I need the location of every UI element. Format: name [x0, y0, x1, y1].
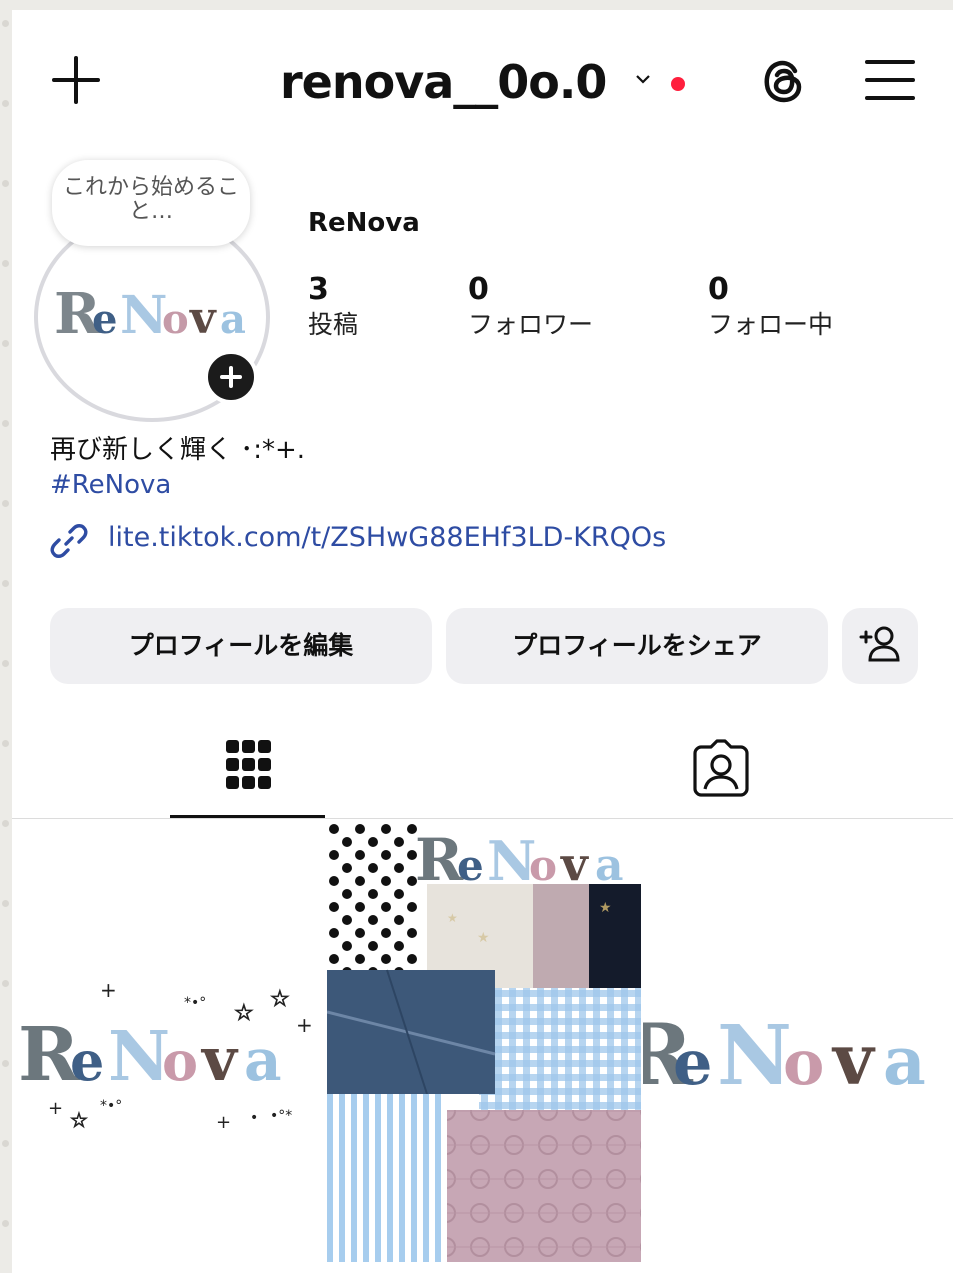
instagram-profile-screen: renova__0o.0 R e N o v a これから始めること… ReNo… — [12, 10, 953, 1273]
post-thumbnail-2[interactable]: ★ ★ ★ R e N o v a — [327, 822, 641, 1262]
tagged-person-icon[interactable] — [693, 739, 749, 797]
stat-following[interactable]: 0 フォロー中 — [708, 272, 833, 342]
svg-text:*•°: *•° — [184, 995, 206, 1011]
svg-text:•°*: •°* — [270, 1108, 292, 1124]
tabs-divider — [12, 818, 953, 819]
svg-text:N: N — [108, 1017, 170, 1097]
svg-text:o: o — [162, 1029, 198, 1093]
svg-text:a: a — [883, 1022, 926, 1100]
svg-text:e: e — [70, 1029, 104, 1093]
profile-avatar-area: R e N o v a これから始めること… — [32, 160, 272, 422]
stat-value: 3 — [308, 272, 329, 307]
svg-text:+: + — [100, 978, 117, 1002]
svg-text:v: v — [831, 1018, 876, 1101]
svg-text:★: ★ — [477, 930, 490, 946]
bio-hashtag[interactable]: #ReNova — [50, 470, 171, 500]
stat-value: 0 — [468, 272, 489, 307]
plus-icon[interactable] — [50, 54, 102, 106]
svg-text:a: a — [220, 296, 246, 343]
svg-text:★: ★ — [599, 900, 612, 916]
svg-text:v: v — [189, 293, 217, 344]
svg-text:o: o — [783, 1026, 824, 1099]
grid-icon[interactable] — [226, 740, 271, 794]
svg-text:o: o — [162, 296, 189, 343]
svg-text:N: N — [120, 285, 168, 346]
share-profile-button[interactable]: プロフィールをシェア — [446, 608, 828, 684]
svg-text:v: v — [560, 837, 589, 891]
svg-text:+: + — [216, 1112, 231, 1133]
svg-text:★: ★ — [447, 911, 458, 925]
svg-text:o: o — [529, 841, 557, 890]
discover-people-button[interactable] — [842, 608, 918, 684]
svg-text:e: e — [457, 841, 484, 890]
note-bubble[interactable]: これから始めること… — [52, 160, 250, 246]
add-person-icon — [859, 626, 900, 662]
stat-label: フォロー中 — [708, 310, 834, 339]
threads-icon[interactable] — [758, 54, 810, 106]
stat-followers[interactable]: 0 フォロワー — [468, 272, 593, 342]
display-name: ReNova — [308, 208, 420, 238]
svg-text:v: v — [200, 1025, 239, 1095]
bio-text: 再び新しく輝く ･:*+. — [50, 435, 306, 465]
svg-text:•: • — [250, 1110, 258, 1126]
svg-text:+: + — [48, 1098, 63, 1119]
stat-value: 0 — [708, 272, 729, 307]
svg-text:e: e — [92, 296, 117, 343]
post-image-logo-sparkles: + *•° ☆ ☆ + + ☆ *•° + • •°* R e N o v a — [18, 978, 313, 1133]
hamburger-menu-icon[interactable] — [865, 58, 915, 104]
link-text[interactable]: lite.tiktok.com/t/ZSHwG88EHf3LD-KRQOs — [108, 522, 666, 553]
add-story-icon[interactable] — [204, 350, 258, 404]
chevron-down-icon[interactable] — [636, 72, 650, 86]
svg-text:+: + — [296, 1013, 313, 1037]
renova-logo-image: R e N o v a — [54, 281, 246, 347]
svg-text:N: N — [717, 1008, 792, 1104]
notification-dot — [671, 77, 685, 91]
svg-text:e: e — [673, 1026, 712, 1099]
stat-label: フォロワー — [468, 310, 594, 339]
post-image-fabric-collage: ★ ★ ★ R e N o v a — [327, 822, 641, 1262]
svg-text:☆: ☆ — [270, 987, 290, 1012]
svg-text:a: a — [595, 840, 624, 891]
edit-profile-button[interactable]: プロフィールを編集 — [50, 608, 432, 684]
svg-text:☆: ☆ — [234, 1001, 254, 1026]
post-thumbnail-3[interactable]: R e N o v a — [643, 822, 953, 1262]
post-thumbnail-1[interactable]: + *•° ☆ ☆ + + ☆ *•° + • •°* R e N o v a — [12, 822, 325, 1262]
post-image-logo: R e N o v a — [643, 1005, 926, 1104]
page-margin-decoration — [0, 0, 12, 1273]
svg-text:*•°: *•° — [100, 1098, 122, 1114]
svg-text:a: a — [244, 1026, 282, 1094]
link-icon — [50, 524, 88, 558]
stat-posts[interactable]: 3 投稿 — [308, 272, 358, 342]
stat-label: 投稿 — [308, 310, 359, 339]
svg-text:☆: ☆ — [70, 1108, 88, 1132]
profile-username[interactable]: renova__0o.0 — [280, 54, 607, 110]
